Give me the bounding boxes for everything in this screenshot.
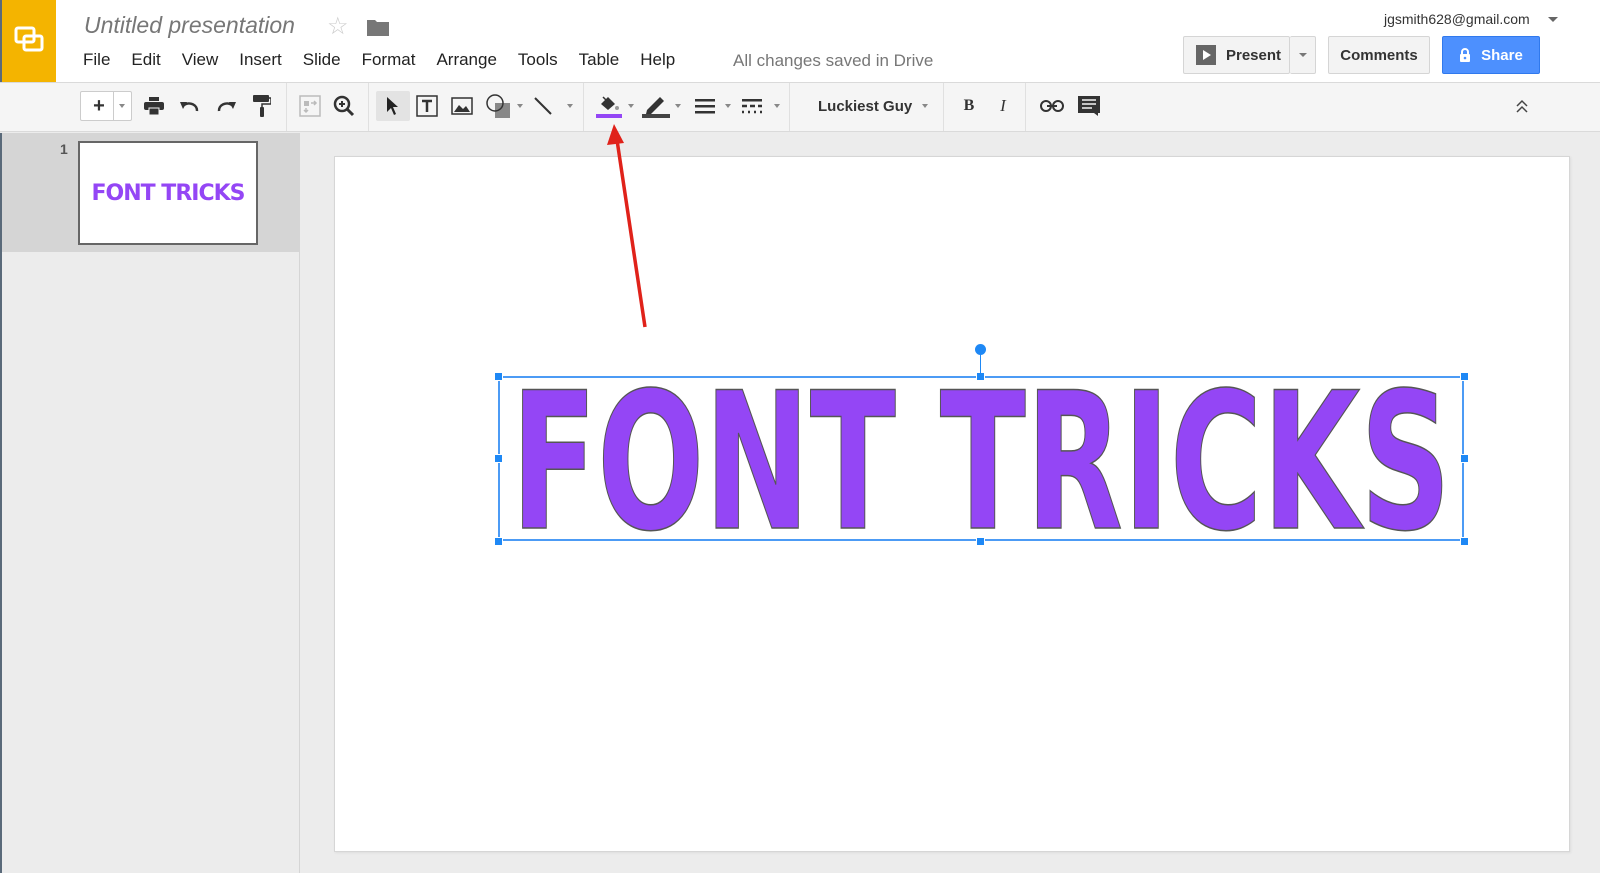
menu-view[interactable]: View — [182, 50, 219, 70]
font-dropdown-icon[interactable] — [922, 104, 928, 108]
menu-format[interactable]: Format — [362, 50, 416, 70]
rotation-handle[interactable] — [975, 344, 986, 355]
play-icon — [1196, 45, 1216, 65]
fill-color-button[interactable] — [595, 91, 623, 121]
text-box-icon — [416, 95, 438, 117]
comment-button[interactable] — [1076, 91, 1102, 121]
save-status[interactable]: All changes saved in Drive — [733, 51, 933, 71]
comment-icon — [1078, 96, 1100, 116]
image-icon — [451, 97, 473, 115]
rotation-handle-stem — [980, 353, 981, 376]
slide-title-text: FONT TRICKS — [510, 378, 1452, 539]
image-button[interactable] — [449, 91, 475, 121]
plus-icon: + — [93, 94, 105, 117]
undo-icon — [180, 102, 199, 112]
fit-frame-icon — [299, 95, 321, 117]
font-family-select[interactable]: Luckiest Guy — [818, 98, 912, 115]
thumbnail-text: FONT TRICKS — [91, 180, 246, 206]
redo-icon — [217, 102, 236, 112]
double-chevron-up-icon — [1516, 99, 1528, 113]
paint-roller-icon — [253, 95, 271, 117]
comments-button[interactable]: Comments — [1328, 36, 1430, 74]
lock-icon — [1460, 48, 1471, 62]
filmstrip: 1 FONT TRICKS — [0, 133, 300, 873]
shape-dropdown-icon[interactable] — [517, 104, 523, 108]
fill-color-dropdown-icon[interactable] — [628, 104, 634, 108]
line-button[interactable] — [530, 91, 556, 121]
menu-help[interactable]: Help — [640, 50, 675, 70]
document-title[interactable]: Untitled presentation — [84, 12, 295, 39]
resize-handle-e[interactable] — [1460, 454, 1469, 463]
resize-handle-nw[interactable] — [494, 372, 503, 381]
bold-icon: B — [963, 97, 975, 114]
shape-icon — [486, 94, 510, 118]
bold-button[interactable]: B — [958, 91, 980, 121]
line-icon — [534, 97, 552, 115]
redo-button[interactable] — [214, 91, 238, 121]
link-button[interactable] — [1038, 91, 1066, 121]
share-button[interactable]: Share — [1442, 36, 1540, 74]
menu-tools[interactable]: Tools — [518, 50, 558, 70]
border-weight-dropdown-icon[interactable] — [725, 104, 731, 108]
print-icon — [144, 97, 164, 115]
resize-handle-s[interactable] — [976, 537, 985, 546]
text-box-button[interactable] — [414, 91, 440, 121]
fill-bucket-icon — [596, 96, 622, 118]
menu-insert[interactable]: Insert — [239, 50, 282, 70]
print-button[interactable] — [142, 91, 166, 121]
slides-logo[interactable] — [0, 0, 56, 82]
zoom-in-icon — [333, 95, 355, 117]
slides-logo-icon — [14, 26, 44, 52]
zoom-button[interactable] — [331, 91, 357, 121]
pencil-icon — [642, 97, 670, 118]
paint-format-button[interactable] — [250, 91, 274, 121]
menu-bar: File Edit View Insert Slide Format Arran… — [83, 50, 696, 70]
resize-handle-sw[interactable] — [494, 537, 503, 546]
selected-text-box[interactable]: FONT TRICKS — [498, 376, 1464, 541]
italic-button[interactable]: I — [992, 91, 1014, 121]
select-tool-button[interactable] — [376, 91, 410, 121]
account-dropdown-icon[interactable] — [1548, 17, 1558, 22]
new-slide-dropdown-icon[interactable] — [119, 104, 125, 108]
border-dash-dropdown-icon[interactable] — [774, 104, 780, 108]
cursor-icon — [387, 97, 398, 115]
slide-number: 1 — [60, 141, 68, 157]
present-button[interactable]: Present — [1183, 36, 1290, 74]
share-label: Share — [1481, 46, 1523, 64]
folder-icon[interactable] — [367, 18, 389, 36]
border-weight-button[interactable] — [693, 91, 717, 121]
select-fit-button[interactable] — [297, 91, 323, 121]
line-dropdown-icon[interactable] — [567, 104, 573, 108]
menu-edit[interactable]: Edit — [131, 50, 160, 70]
present-dropdown-button[interactable] — [1290, 36, 1316, 74]
shape-button[interactable] — [483, 91, 513, 121]
menu-arrange[interactable]: Arrange — [436, 50, 496, 70]
header: Untitled presentation ☆ File Edit View I… — [0, 0, 1600, 82]
italic-icon: I — [1000, 96, 1006, 115]
chevron-down-icon — [1298, 53, 1307, 57]
border-color-button[interactable] — [641, 91, 671, 121]
border-dash-button[interactable] — [740, 91, 764, 121]
menu-file[interactable]: File — [83, 50, 110, 70]
resize-handle-w[interactable] — [494, 454, 503, 463]
menu-slide[interactable]: Slide — [303, 50, 341, 70]
resize-handle-se[interactable] — [1460, 537, 1469, 546]
collapse-toolbar-button[interactable] — [1510, 91, 1534, 121]
star-icon[interactable]: ☆ — [327, 12, 349, 41]
undo-button[interactable] — [178, 91, 202, 121]
account-email[interactable]: jgsmith628@gmail.com — [1384, 11, 1530, 27]
slide-thumbnail[interactable]: FONT TRICKS — [78, 141, 258, 245]
border-dash-icon — [742, 99, 762, 114]
border-weight-icon — [695, 99, 715, 114]
slide-thumbnail-row[interactable]: 1 FONT TRICKS — [2, 133, 300, 252]
toolbar: + Luckiest Guy B I — [0, 82, 1600, 132]
border-color-dropdown-icon[interactable] — [675, 104, 681, 108]
link-icon — [1040, 100, 1064, 112]
menu-table[interactable]: Table — [579, 50, 620, 70]
resize-handle-ne[interactable] — [1460, 372, 1469, 381]
svg-text:FONT TRICKS: FONT TRICKS — [511, 378, 1451, 539]
fill-color-swatch — [596, 114, 622, 118]
present-label: Present — [1226, 46, 1282, 64]
